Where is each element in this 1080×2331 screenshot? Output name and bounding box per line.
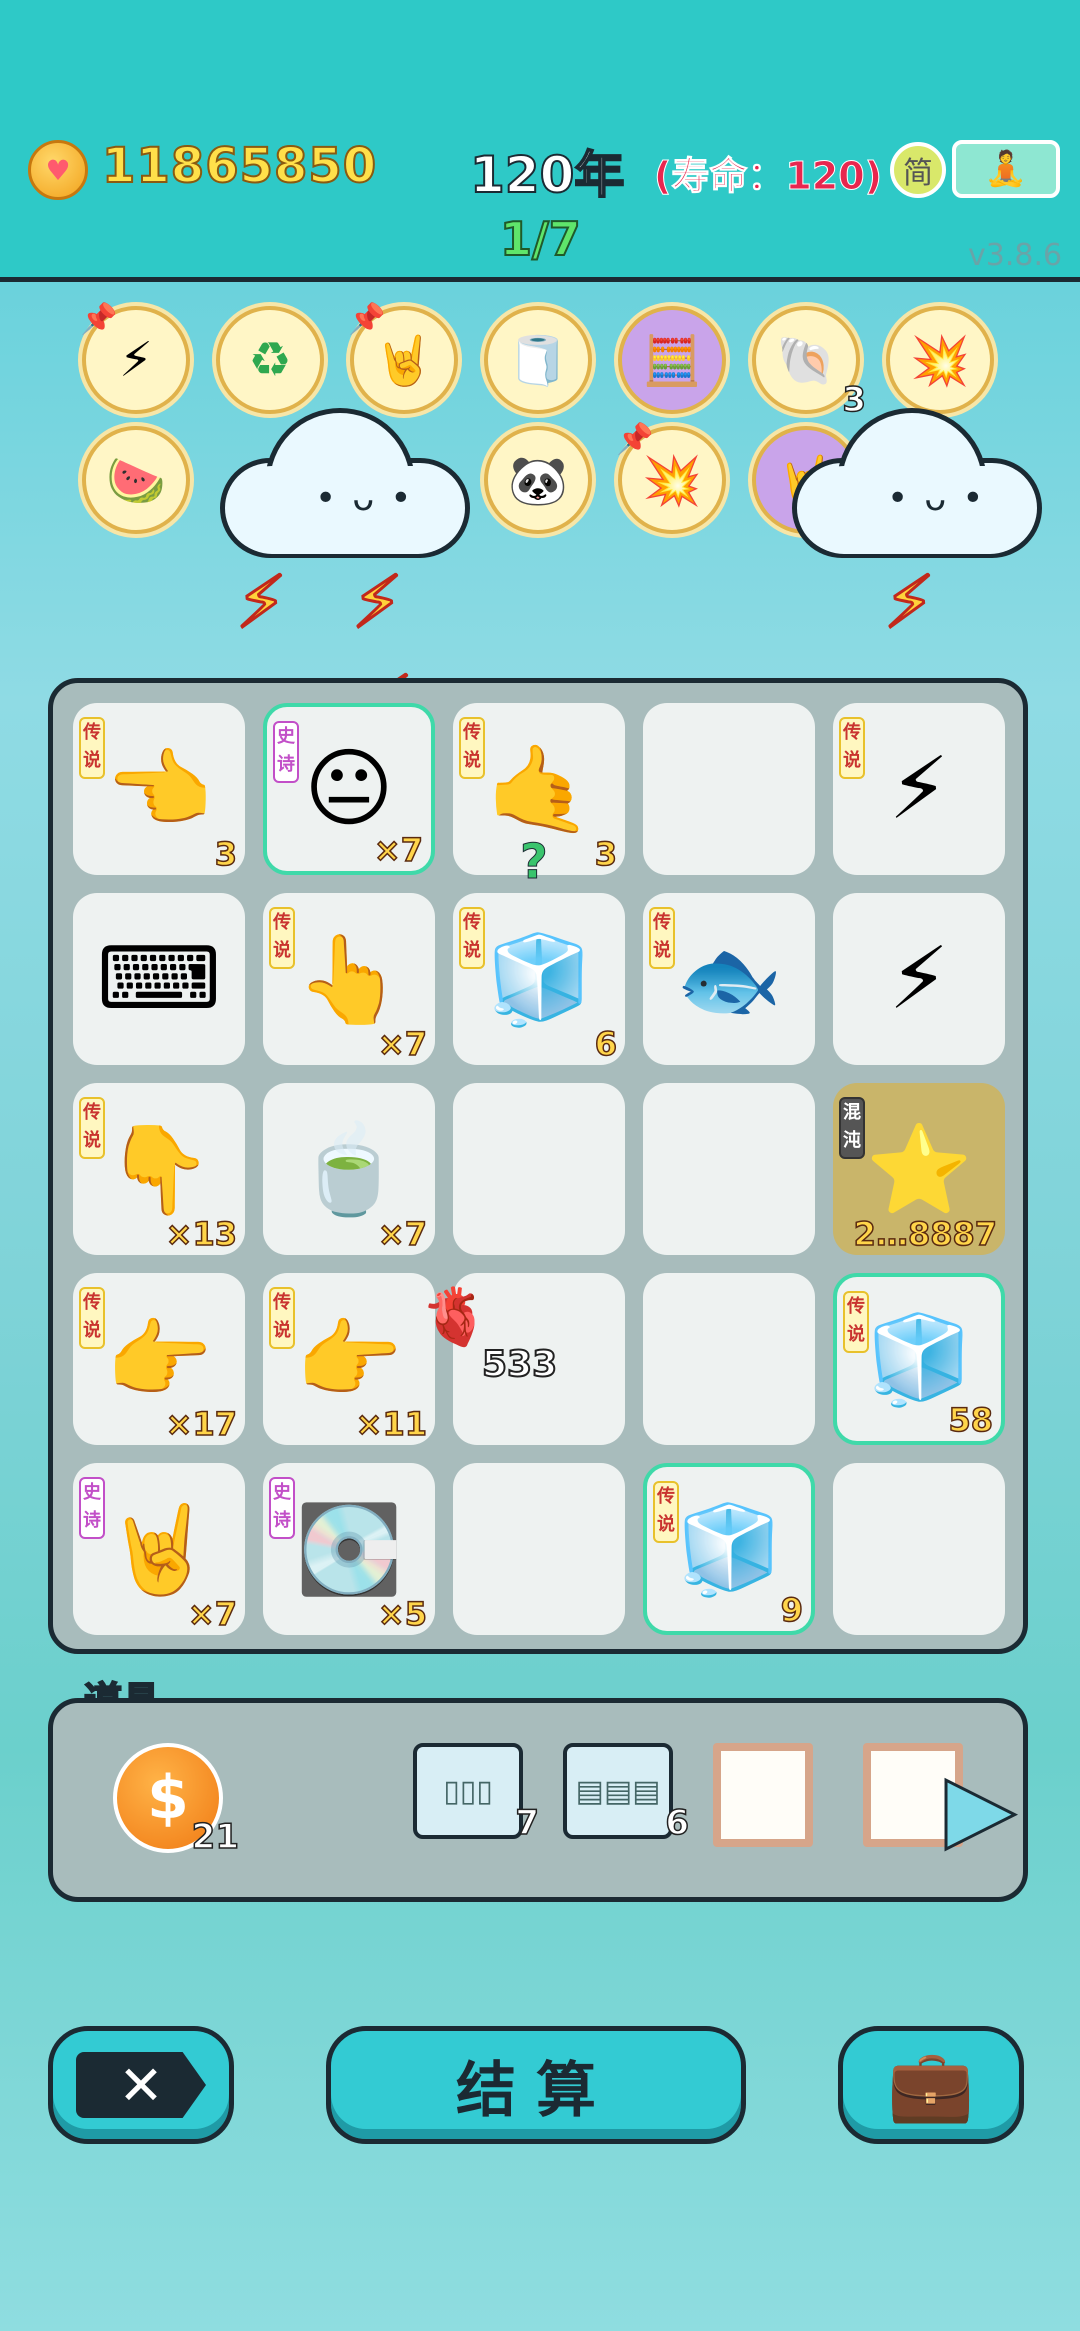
relic-panda[interactable]: 🐼: [484, 426, 592, 534]
settle-button[interactable]: 结算: [326, 2026, 746, 2144]
simplified-toggle-button[interactable]: 简: [890, 142, 946, 198]
mushroom-cloud-icon: 💥: [642, 452, 702, 509]
lightning-bolt-icon: ⚡: [351, 559, 405, 646]
frame-item[interactable]: [713, 1743, 813, 1847]
question-mark: ?: [520, 834, 549, 891]
keyboard-icon: ⌨: [96, 929, 222, 1029]
board-cell-empty[interactable]: [453, 1463, 625, 1635]
board-cell-empty[interactable]: [643, 1273, 815, 1445]
item-count: ×7: [187, 1594, 238, 1634]
item-count: ×13: [165, 1214, 238, 1254]
board-cell[interactable]: 传说 👉 ×17: [73, 1273, 245, 1445]
item-count: ×17: [165, 1404, 238, 1444]
board-cell[interactable]: 传说 👈 3: [73, 703, 245, 875]
item-count: 3: [594, 834, 618, 874]
thunder-cloud-right: •ᴗ•: [792, 398, 1042, 558]
lightning-icon: ⚡: [888, 929, 950, 1029]
board-cell[interactable]: 传说 🐟: [643, 893, 815, 1065]
next-arrow-button[interactable]: ▶: [944, 1754, 1016, 1862]
board-cell[interactable]: 史诗 🤘 ×7: [73, 1463, 245, 1635]
board-cell[interactable]: 传说 👇 ×13: [73, 1083, 245, 1255]
board-cell[interactable]: ⌨: [73, 893, 245, 1065]
board-cell[interactable]: 传说 ⚡: [833, 703, 1005, 875]
coin-item[interactable]: $ 21: [113, 1743, 240, 1858]
relic-fruit-bowl[interactable]: 🍉: [82, 426, 190, 534]
board-cell[interactable]: 传说 🧊 9: [643, 1463, 815, 1635]
box-shelf-item[interactable]: ▤▤▤ 6: [563, 1743, 690, 1844]
floating-item-count: 533: [481, 1343, 558, 1386]
item-count: ×5: [377, 1594, 428, 1634]
briefcase-icon: 💼: [887, 2043, 975, 2126]
math-head-icon: 🧮: [642, 332, 702, 389]
relic-mushroom-cloud-2[interactable]: 📌 💥: [616, 422, 726, 534]
item-count: 6: [594, 1024, 618, 1064]
board-cell[interactable]: 🍵 ×7: [263, 1083, 435, 1255]
props-bar: $ 21 ▯▯▯ 7 ▤▤▤ 6 ▶: [48, 1698, 1028, 1902]
heart-coin-icon: ♥: [28, 140, 88, 200]
shell-icon: 🐚: [776, 332, 836, 389]
item-count: 3: [214, 834, 238, 874]
board-cell[interactable]: 传说 👉 ×11: [263, 1273, 435, 1445]
board-cell[interactable]: 传说 🧊 6: [453, 893, 625, 1065]
relic-tissue[interactable]: 🧻: [484, 306, 592, 414]
item-count: ×11: [355, 1404, 428, 1444]
inventory-button[interactable]: 💼: [838, 2026, 1024, 2144]
lightning-icon: ⚡: [119, 332, 153, 388]
item-count: ×7: [373, 830, 424, 870]
coin-balance: 11865850: [101, 137, 378, 195]
close-icon: ✕: [76, 2052, 206, 2118]
item-board: 传说 👈 3 史诗 😐 ×7 传说 🤙 3 传说 ⚡ ⌨ 传说 👆 ×7 传说 …: [48, 678, 1028, 1654]
thunder-cloud-left: •ᴗ•: [220, 398, 470, 558]
relic-lightning[interactable]: 📌 ⚡: [80, 302, 190, 414]
year-counter: 120年: [469, 145, 625, 205]
board-cell[interactable]: ⚡: [833, 893, 1005, 1065]
pin-icon: 📌: [80, 302, 118, 337]
stage-progress: 1/7: [499, 211, 582, 267]
liver-item-icon: 🫀: [420, 1285, 490, 1350]
board-cell[interactable]: 传说 👆 ×7: [263, 893, 435, 1065]
board-cell-empty[interactable]: [643, 1083, 815, 1255]
lifespan-text: (寿命：120): [653, 154, 883, 199]
item-count: 2…8887: [853, 1214, 998, 1254]
lightning-bolt-icon: ⚡: [235, 559, 289, 646]
shelf-icon: ▯▯▯: [443, 1773, 493, 1809]
meditate-button[interactable]: 🧘: [952, 140, 1060, 198]
rock-hand-icon: 🤘: [374, 332, 434, 389]
pin-icon: 📌: [616, 422, 654, 457]
board-cell-empty[interactable]: [453, 1083, 625, 1255]
prop-count: 6: [665, 1802, 690, 1844]
cloud-face-icon: •ᴗ•: [315, 478, 428, 519]
panda-icon: 🐼: [508, 452, 568, 509]
item-count: ×7: [377, 1024, 428, 1064]
meditate-icon: 🧘: [984, 149, 1028, 189]
prop-count: 7: [515, 1802, 540, 1844]
board-cell-empty[interactable]: [833, 1463, 1005, 1635]
lightning-bolt-icon: ⚡: [883, 559, 937, 646]
exit-button[interactable]: ✕: [48, 2026, 234, 2144]
board-cell[interactable]: 史诗 💽 ×5: [263, 1463, 435, 1635]
shelf-item[interactable]: ▯▯▯ 7: [413, 1743, 540, 1844]
board-cell[interactable]: 史诗 😐 ×7: [263, 703, 435, 875]
top-bar: ♥ 11865850 120年 (寿命：120) 1/7 简 🧘 v3.8.6: [0, 0, 1080, 282]
prop-count: 21: [191, 1816, 240, 1858]
lightning-icon: ⚡: [888, 739, 950, 839]
box-shelf-icon: ▤▤▤: [575, 1773, 661, 1809]
item-count: 9: [780, 1590, 804, 1630]
item-count: 58: [948, 1400, 994, 1440]
mushroom-cloud-icon: 💥: [910, 332, 970, 389]
board-cell-empty[interactable]: [643, 703, 815, 875]
relic-math-head[interactable]: 🧮: [618, 306, 726, 414]
item-count: ×7: [377, 1214, 428, 1254]
cloud-face-icon: •ᴗ•: [887, 478, 1000, 519]
koi-fish-icon: 🐟: [675, 929, 783, 1030]
version-label: v3.8.6: [968, 238, 1063, 273]
recycle-icon: ♻: [248, 332, 292, 388]
tissue-box-icon: 🧻: [508, 332, 568, 389]
board-cell[interactable]: 传说 🧊 58: [833, 1273, 1005, 1445]
pin-icon: 📌: [348, 302, 386, 337]
board-cell[interactable]: 混沌 ⭐ 2…8887: [833, 1083, 1005, 1255]
fruit-bowl-icon: 🍉: [106, 452, 166, 509]
dollar-icon: $: [147, 1763, 189, 1833]
